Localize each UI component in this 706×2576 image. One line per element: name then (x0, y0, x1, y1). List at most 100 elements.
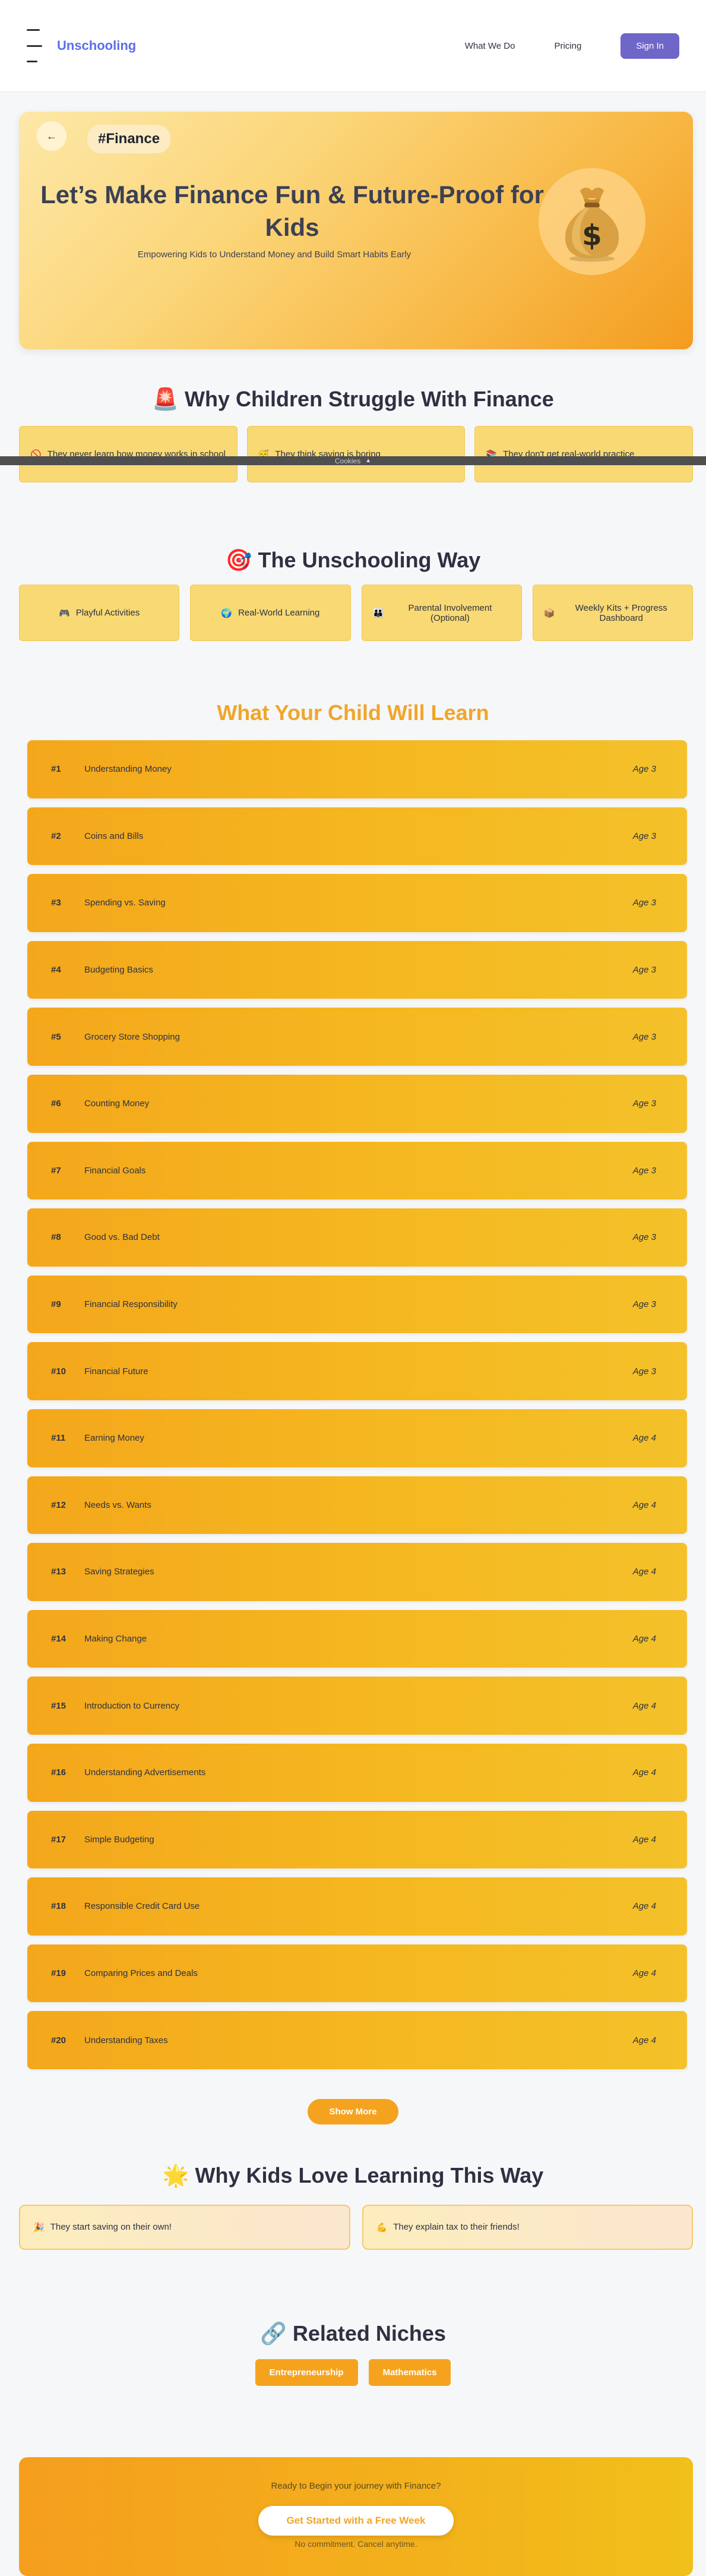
learn-item[interactable]: #19 Comparing Prices and Deals Age 4 (27, 1944, 687, 2003)
get-started-button[interactable]: Get Started with a Free Week (258, 2505, 454, 2536)
chevron-up-icon[interactable]: ▲ (365, 457, 371, 464)
learn-item-topic: Counting Money (84, 1098, 150, 1109)
cta-note: No commitment. Cancel anytime. (295, 2539, 417, 2549)
learn-item-topic: Introduction to Currency (84, 1700, 180, 1711)
learn-item-topic: Understanding Advertisements (84, 1767, 206, 1778)
learn-item-topic: Saving Strategies (84, 1567, 154, 1577)
learn-item[interactable]: #16 Understanding Advertisements Age 4 (27, 1743, 687, 1802)
learn-item[interactable]: #9 Financial Responsibility Age 3 (27, 1275, 687, 1334)
cookie-bar-label: Cookies (334, 456, 361, 465)
learn-item-topic: Comparing Prices and Deals (84, 1968, 198, 1978)
related-niches: Entrepreneurship Mathematics (0, 2359, 706, 2386)
cta-banner: Ready to Begin your journey with Finance… (19, 2457, 693, 2576)
logo[interactable]: Unschooling (57, 38, 136, 53)
learn-item[interactable]: #8 Good vs. Bad Debt Age 3 (27, 1208, 687, 1267)
learn-item-age: Age 4 (632, 1634, 656, 1644)
package-icon: 📦 (543, 608, 555, 618)
cta-text: Ready to Begin your journey with Finance… (271, 2480, 441, 2491)
hero-banner: ← #Finance Let’s Make Finance Fun & Futu… (19, 112, 693, 349)
learn-item-number: #10 (51, 1366, 67, 1377)
way-card: 🎮 Playful Activities (19, 585, 180, 641)
love-cards: 🎉 They start saving on their own! 💪 They… (19, 2204, 693, 2250)
learn-list: #1 Understanding Money Age 3 #2 Coins and B… (27, 740, 687, 2069)
learn-item[interactable]: #12 Needs vs. Wants Age 4 (27, 1476, 687, 1535)
learn-item-number: #7 (51, 1165, 61, 1176)
learn-item-age: Age 3 (632, 764, 656, 775)
learn-item[interactable]: #6 Counting Money Age 3 (27, 1074, 687, 1133)
flexed-arm-icon: 💪 (376, 2222, 388, 2233)
niche-tag: #Finance (87, 125, 171, 153)
learn-item-topic: Good vs. Bad Debt (84, 1232, 160, 1243)
learn-item[interactable]: #10 Financial Future Age 3 (27, 1342, 687, 1400)
learn-item-topic: Making Change (84, 1634, 147, 1644)
learn-item-number: #13 (51, 1567, 67, 1577)
learn-item-age: Age 3 (632, 1366, 656, 1377)
learn-item-age: Age 4 (632, 1700, 656, 1711)
learn-item[interactable]: #2 Coins and Bills Age 3 (27, 807, 687, 866)
learn-item[interactable]: #15 Introduction to Currency Age 4 (27, 1677, 687, 1735)
way-section-title: 🎯 The Unschooling Way (225, 548, 481, 572)
niche-button-entrepreneurship[interactable]: Entrepreneurship (255, 2359, 358, 2386)
sign-in-button[interactable]: Sign In (620, 33, 679, 59)
learn-item[interactable]: #18 Responsible Credit Card Use Age 4 (27, 1877, 687, 1936)
hero-subtitle: Empowering Kids to Understand Money and … (137, 250, 411, 260)
learn-item-number: #4 (51, 965, 61, 976)
site-header: Unschooling What We Do Pricing Sign In (0, 0, 706, 92)
learn-item-topic: Understanding Money (84, 764, 172, 775)
learn-item[interactable]: #7 Financial Goals Age 3 (27, 1141, 687, 1200)
learn-item-number: #1 (51, 764, 61, 775)
learn-item[interactable]: #11 Earning Money Age 4 (27, 1409, 687, 1467)
way-card-text: Real-World Learning (238, 608, 320, 618)
learn-item-topic: Simple Budgeting (84, 1834, 154, 1845)
money-bag-icon: $ (539, 168, 645, 275)
show-more-button[interactable]: Show More (308, 2098, 398, 2124)
struggle-section-title: 🚨 Why Children Struggle With Finance (152, 387, 554, 411)
struggle-card: 📚 They don't get real-world practice (474, 426, 693, 482)
learn-item-age: Age 3 (632, 898, 656, 908)
nav-link-what-we-do[interactable]: What We Do (465, 41, 515, 51)
learn-item-age: Age 4 (632, 1499, 656, 1510)
struggle-card: 🚫 They never learn how money works in sc… (19, 426, 238, 482)
learn-item-topic: Budgeting Basics (84, 965, 153, 976)
svg-text:$: $ (582, 219, 602, 252)
way-card-text: Parental Involvement (Optional) (408, 602, 492, 623)
party-popper-icon: 🎉 (33, 2222, 45, 2233)
arrow-left-icon: ← (46, 130, 57, 142)
learn-item-age: Age 4 (632, 1968, 656, 1978)
learn-item-number: #6 (51, 1098, 61, 1109)
learn-item-number: #14 (51, 1634, 67, 1644)
learn-item-number: #19 (51, 1968, 67, 1978)
learn-item-age: Age 3 (632, 1031, 656, 1042)
cookie-bar[interactable]: Cookies ▲ (0, 456, 706, 465)
learn-item[interactable]: #1 Understanding Money Age 3 (27, 740, 687, 798)
learn-item-number: #12 (51, 1499, 67, 1510)
learn-item[interactable]: #4 Budgeting Basics Age 3 (27, 940, 687, 999)
menu-icon[interactable] (27, 29, 42, 62)
learn-item[interactable]: #14 Making Change Age 4 (27, 1609, 687, 1668)
learn-item-age: Age 3 (632, 1232, 656, 1243)
learn-item[interactable]: #5 Grocery Store Shopping Age 3 (27, 1008, 687, 1066)
globe-icon: 🌍 (221, 608, 233, 618)
back-button[interactable]: ← (37, 121, 67, 151)
learn-item[interactable]: #20 Understanding Taxes Age 4 (27, 2011, 687, 2069)
nav-link-pricing[interactable]: Pricing (554, 41, 581, 51)
learn-item-topic: Grocery Store Shopping (84, 1031, 180, 1042)
learn-item-age: Age 4 (632, 1901, 656, 1912)
learn-item-topic: Coins and Bills (84, 831, 144, 841)
learn-item-number: #20 (51, 2035, 67, 2045)
way-card: 🌍 Real-World Learning (190, 585, 351, 641)
learn-item-age: Age 3 (632, 1299, 656, 1310)
learn-item[interactable]: #3 Spending vs. Saving Age 3 (27, 874, 687, 932)
page-title: Let’s Make Finance Fun & Future-Proof fo… (40, 181, 544, 241)
learn-item-number: #15 (51, 1700, 67, 1711)
learn-item-topic: Financial Responsibility (84, 1299, 178, 1310)
way-card-text: Playful Activities (75, 608, 140, 618)
learn-item[interactable]: #17 Simple Budgeting Age 4 (27, 1810, 687, 1869)
niche-button-mathematics[interactable]: Mathematics (368, 2359, 451, 2386)
testimonial-card: 🎉 They start saving on their own! (19, 2204, 350, 2250)
learn-item[interactable]: #13 Saving Strategies Age 4 (27, 1543, 687, 1601)
love-section-title: 🌟 Why Kids Love Learning This Way (162, 2163, 544, 2187)
learn-item-age: Age 4 (632, 1834, 656, 1845)
learn-item-number: #17 (51, 1834, 67, 1845)
learn-item-age: Age 4 (632, 2035, 656, 2045)
